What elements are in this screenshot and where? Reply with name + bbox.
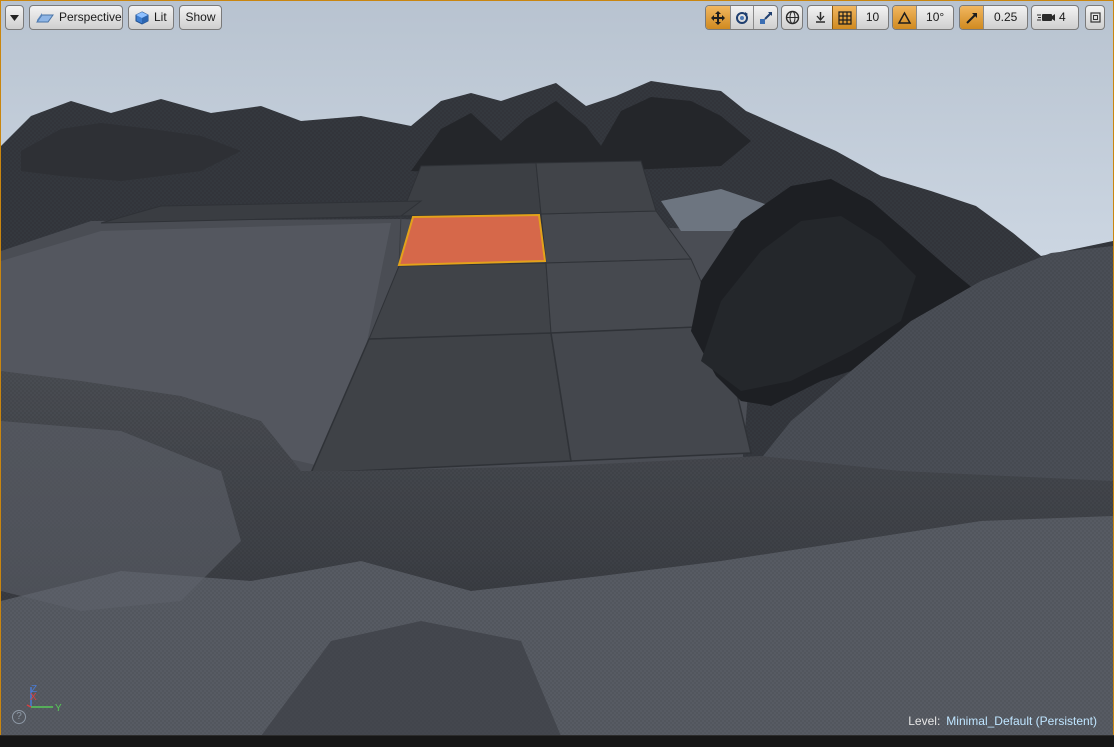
rotation-snap-toggle[interactable] xyxy=(893,6,917,29)
scale-snap-toggle[interactable] xyxy=(960,6,984,29)
viewport-bottom-strip xyxy=(0,735,1114,747)
surface-snap-icon xyxy=(813,10,828,25)
help-icon[interactable]: ? xyxy=(12,710,26,724)
translate-icon xyxy=(710,10,726,26)
perspective-label: Perspective xyxy=(59,10,122,24)
rotation-snap-value: 10° xyxy=(926,10,945,24)
translate-tool-button[interactable] xyxy=(706,6,730,29)
rotation-snap-icon xyxy=(897,10,912,25)
show-label: Show xyxy=(185,10,216,24)
current-level-info: Level: Minimal_Default (Persistent) xyxy=(908,714,1097,728)
help-glyph: ? xyxy=(16,711,22,722)
grid-icon xyxy=(837,10,852,25)
show-button[interactable]: Show xyxy=(179,5,222,30)
surface-snap-button[interactable] xyxy=(808,6,832,29)
scale-icon xyxy=(758,10,774,26)
selected-landscape-component xyxy=(397,213,547,267)
camera-speed-value: 4 xyxy=(1059,10,1066,24)
scale-snap-value-dropdown[interactable]: 0.25 xyxy=(983,6,1027,29)
rotation-snap-group: 10° xyxy=(892,5,954,30)
level-label: Level: xyxy=(908,714,941,728)
grid-snap-value-dropdown[interactable]: 10 xyxy=(856,6,888,29)
rotation-snap-value-dropdown[interactable]: 10° xyxy=(916,6,953,29)
scale-snap-value: 0.25 xyxy=(993,10,1018,24)
axis-indicator: Z X Y xyxy=(23,681,73,721)
scale-snap-icon xyxy=(965,11,979,25)
level-viewport[interactable]: Perspective Lit Show 10 10° 0.25 4 Z X Y… xyxy=(0,0,1114,747)
perspective-icon xyxy=(36,12,54,24)
maximize-icon xyxy=(1089,12,1101,23)
camera-speed-button[interactable]: 4 xyxy=(1031,5,1079,30)
scale-tool-button[interactable] xyxy=(753,6,777,29)
grid-snap-value: 10 xyxy=(865,10,880,24)
maximize-viewport-button[interactable] xyxy=(1085,5,1105,30)
rotate-tool-button[interactable] xyxy=(729,6,754,29)
chevron-down-icon xyxy=(10,14,19,21)
grid-snap-toggle[interactable] xyxy=(832,6,856,29)
view-mode-label: Lit xyxy=(154,10,167,24)
axis-x-label: X xyxy=(30,692,37,703)
grid-snap-group: 10 xyxy=(807,5,889,30)
world-local-toggle[interactable] xyxy=(781,5,803,30)
level-name: Minimal_Default (Persistent) xyxy=(946,714,1097,728)
transform-tools-group xyxy=(705,5,778,30)
perspective-button[interactable]: Perspective xyxy=(29,5,123,30)
axis-y-label: Y xyxy=(55,703,62,714)
rotate-icon xyxy=(734,10,750,26)
landscape-scene[interactable] xyxy=(1,1,1113,736)
view-mode-button[interactable]: Lit xyxy=(128,5,174,30)
world-local-icon xyxy=(785,10,800,25)
scale-snap-group: 0.25 xyxy=(959,5,1028,30)
viewport-options-dropdown[interactable] xyxy=(5,5,24,30)
camera-speed-icon xyxy=(1037,11,1055,24)
lit-cube-icon xyxy=(135,10,149,25)
